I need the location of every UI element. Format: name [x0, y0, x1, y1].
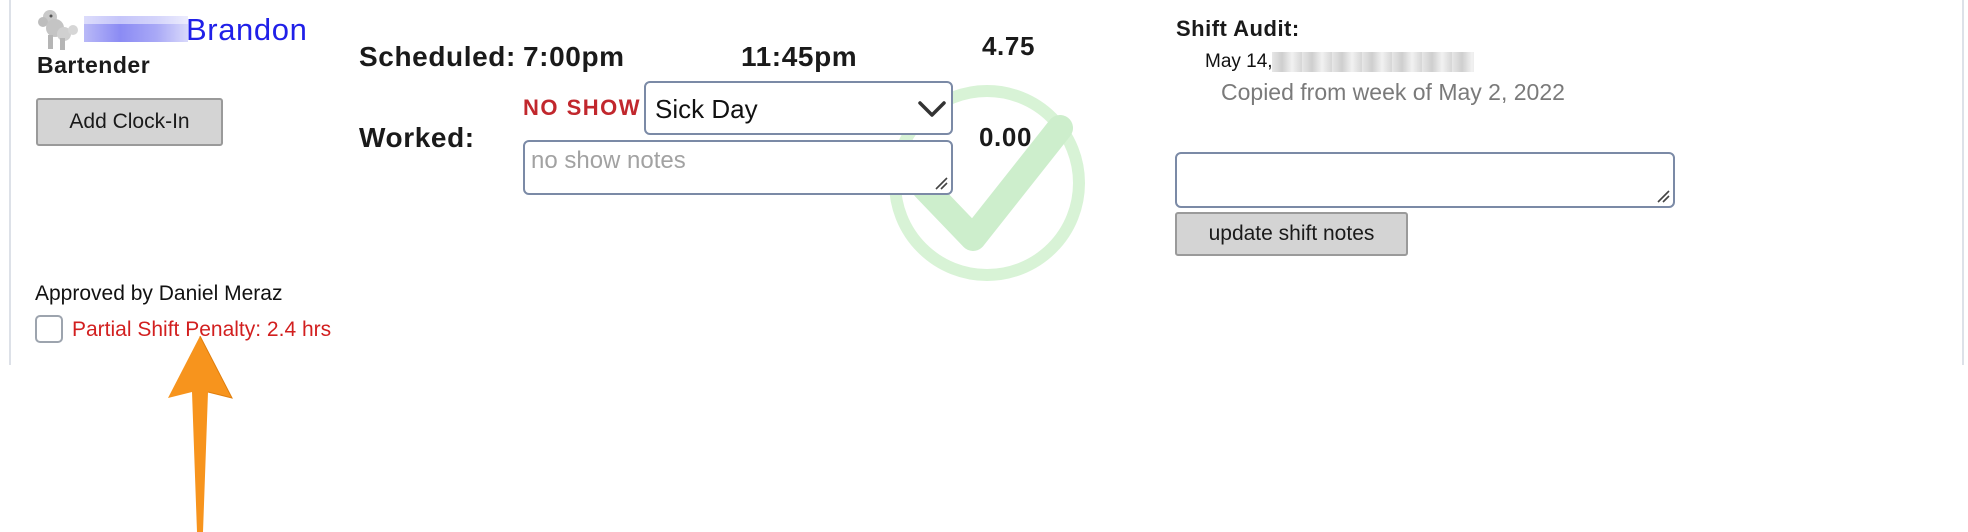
worked-label: Worked:	[359, 122, 475, 153]
employee-name[interactable]: Brandon	[186, 12, 307, 48]
partial-shift-penalty-checkbox[interactable]	[35, 315, 63, 343]
resize-grip-icon[interactable]	[1656, 189, 1670, 203]
resize-grip-icon[interactable]	[934, 176, 948, 190]
update-shift-notes-button[interactable]: update shift notes	[1175, 212, 1408, 256]
right-divider	[1962, 0, 1964, 365]
scheduled-hours: 4.75	[982, 31, 1036, 61]
redacted-audit-text	[1272, 52, 1474, 72]
no-show-notes-input[interactable]: no show notes	[523, 140, 953, 195]
no-show-reason-select[interactable]: Sick Day	[644, 81, 953, 135]
poodle-avatar-icon	[38, 10, 78, 50]
shift-notes-input[interactable]	[1175, 152, 1675, 208]
scheduled-start-time: 7:00pm	[523, 41, 625, 72]
scheduled-label: Scheduled:	[359, 41, 516, 72]
chevron-down-icon	[918, 101, 946, 117]
approved-by-text: Approved by Daniel Meraz	[35, 282, 283, 305]
orange-up-arrow-icon	[168, 336, 233, 532]
shift-audit-title: Shift Audit:	[1176, 16, 1300, 41]
no-show-label: NO SHOW	[523, 95, 642, 120]
employee-role: Bartender	[37, 52, 151, 78]
shift-row-panel: Brandon Bartender Add Clock-In Scheduled…	[0, 0, 1968, 365]
shift-audit-date: May 14,	[1205, 51, 1273, 72]
no-show-notes-placeholder: no show notes	[531, 147, 686, 174]
shift-audit-copied-note: Copied from week of May 2, 2022	[1221, 79, 1565, 105]
add-clock-in-button[interactable]: Add Clock-In	[36, 98, 223, 146]
redacted-name	[84, 16, 188, 42]
scheduled-end-time: 11:45pm	[741, 41, 858, 72]
left-divider	[9, 0, 11, 365]
no-show-reason-value: Sick Day	[655, 94, 758, 124]
